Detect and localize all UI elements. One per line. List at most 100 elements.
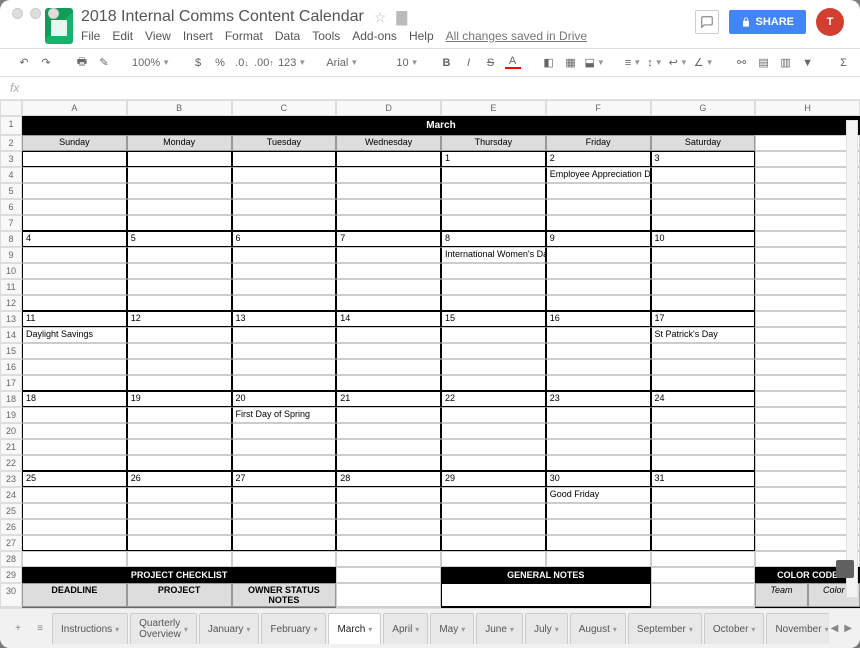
functions-button[interactable]: Σ xyxy=(836,57,852,69)
cell[interactable] xyxy=(441,439,546,455)
cell[interactable] xyxy=(755,407,860,423)
cell[interactable] xyxy=(232,343,337,359)
cell[interactable] xyxy=(22,359,127,375)
wrap-button[interactable]: ↩▼ xyxy=(669,56,688,69)
column-header[interactable]: G xyxy=(651,100,756,116)
cell[interactable] xyxy=(22,263,127,279)
sheet-tab[interactable]: August▾ xyxy=(570,613,626,644)
cell[interactable] xyxy=(441,551,546,567)
row-header[interactable]: 5 xyxy=(0,183,22,199)
cell[interactable] xyxy=(232,183,337,199)
event-cell[interactable] xyxy=(546,327,651,343)
row-header[interactable]: 22 xyxy=(0,455,22,471)
cell[interactable] xyxy=(546,519,651,535)
cell[interactable] xyxy=(232,503,337,519)
cell[interactable] xyxy=(336,215,441,231)
date-cell[interactable] xyxy=(127,151,232,167)
row-header[interactable]: 8 xyxy=(0,231,22,247)
date-cell[interactable]: 23 xyxy=(546,391,651,407)
menu-help[interactable]: Help xyxy=(409,29,434,43)
explore-button[interactable] xyxy=(836,560,854,578)
sheet-tab[interactable]: September▾ xyxy=(628,613,702,644)
cell[interactable] xyxy=(127,375,232,391)
cell[interactable] xyxy=(127,295,232,311)
cell[interactable] xyxy=(755,391,860,407)
cell[interactable] xyxy=(22,423,127,439)
add-sheet-button[interactable]: + xyxy=(8,623,28,634)
cell[interactable] xyxy=(755,519,860,535)
date-cell[interactable]: 15 xyxy=(441,311,546,327)
font-size-select[interactable]: 10▼ xyxy=(396,57,418,69)
cell[interactable] xyxy=(127,263,232,279)
menu-edit[interactable]: Edit xyxy=(112,29,133,43)
event-cell[interactable] xyxy=(651,167,756,183)
cell[interactable] xyxy=(546,439,651,455)
cell[interactable] xyxy=(546,551,651,567)
cell[interactable] xyxy=(651,183,756,199)
date-cell[interactable]: 24 xyxy=(651,391,756,407)
sheet-tab[interactable]: October▾ xyxy=(704,613,765,644)
undo-button[interactable]: ↶ xyxy=(16,56,32,69)
event-cell[interactable] xyxy=(22,167,127,183)
row-header[interactable]: 16 xyxy=(0,359,22,375)
row-header[interactable]: 4 xyxy=(0,167,22,183)
cell[interactable] xyxy=(755,247,860,263)
chart-button[interactable]: ▥ xyxy=(778,56,794,69)
cell[interactable] xyxy=(755,535,860,551)
cell[interactable] xyxy=(232,375,337,391)
row-header[interactable]: 14 xyxy=(0,327,22,343)
all-sheets-button[interactable]: ≡ xyxy=(30,623,50,634)
date-cell[interactable]: 17 xyxy=(651,311,756,327)
row-header[interactable]: 6 xyxy=(0,199,22,215)
date-cell[interactable]: 5 xyxy=(127,231,232,247)
cell[interactable] xyxy=(127,503,232,519)
cell[interactable] xyxy=(441,455,546,471)
event-cell[interactable] xyxy=(441,487,546,503)
link-button[interactable]: ⚯ xyxy=(734,56,750,69)
date-cell[interactable]: 1 xyxy=(441,151,546,167)
cell[interactable] xyxy=(336,359,441,375)
cell[interactable] xyxy=(441,535,546,551)
event-cell[interactable] xyxy=(127,407,232,423)
sheet-tab[interactable]: February▾ xyxy=(261,613,326,644)
notes-row[interactable] xyxy=(441,583,651,607)
cell[interactable] xyxy=(651,359,756,375)
column-header[interactable]: H xyxy=(755,100,860,116)
column-header[interactable]: E xyxy=(441,100,546,116)
cell[interactable] xyxy=(232,359,337,375)
row-header[interactable]: 31 xyxy=(0,607,22,608)
row-header[interactable]: 2 xyxy=(0,135,22,151)
cell[interactable] xyxy=(127,359,232,375)
column-header[interactable]: C xyxy=(232,100,337,116)
sheet-tab[interactable]: January▾ xyxy=(199,613,260,644)
zoom-select[interactable]: 100%▼ xyxy=(132,57,170,69)
cell[interactable] xyxy=(232,439,337,455)
user-avatar[interactable]: T xyxy=(816,8,844,36)
date-cell[interactable]: 12 xyxy=(127,311,232,327)
paint-format-button[interactable]: ✎ xyxy=(96,56,112,69)
date-cell[interactable]: 22 xyxy=(441,391,546,407)
vertical-scrollbar[interactable] xyxy=(846,120,858,598)
cell[interactable] xyxy=(755,375,860,391)
cell[interactable] xyxy=(546,263,651,279)
rotate-button[interactable]: ∠▼ xyxy=(694,56,714,69)
cell[interactable] xyxy=(755,135,860,151)
cell[interactable] xyxy=(232,295,337,311)
cell[interactable] xyxy=(651,295,756,311)
date-cell[interactable] xyxy=(22,151,127,167)
text-color-button[interactable]: A xyxy=(505,56,521,69)
sheet-tab[interactable]: March▾ xyxy=(328,613,381,644)
cell[interactable] xyxy=(441,263,546,279)
cell[interactable] xyxy=(755,199,860,215)
cell[interactable] xyxy=(22,535,127,551)
cell[interactable] xyxy=(232,519,337,535)
cell[interactable] xyxy=(546,535,651,551)
cell[interactable] xyxy=(22,503,127,519)
date-cell[interactable]: 13 xyxy=(232,311,337,327)
row-header[interactable]: 3 xyxy=(0,151,22,167)
cell[interactable] xyxy=(336,279,441,295)
row-header[interactable]: 12 xyxy=(0,295,22,311)
date-cell[interactable]: 27 xyxy=(232,471,337,487)
event-cell[interactable] xyxy=(127,487,232,503)
date-cell[interactable] xyxy=(232,151,337,167)
